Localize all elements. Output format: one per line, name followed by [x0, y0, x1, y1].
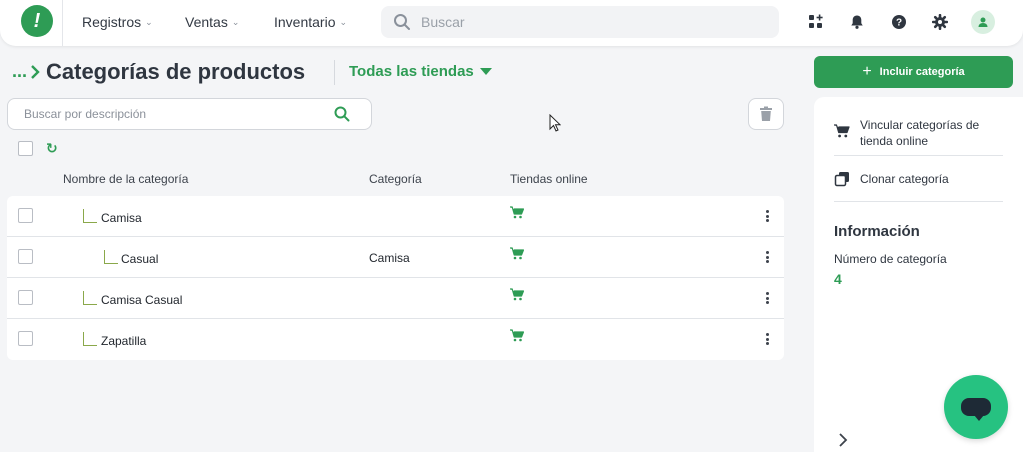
link-clone-category[interactable]: Clonar categoría — [834, 171, 949, 187]
table-row[interactable]: Zapatilla — [7, 319, 784, 360]
trash-icon — [760, 106, 772, 121]
chevron-down-icon: ⌄ — [231, 16, 240, 27]
store-filter-dropdown[interactable]: Todas las tiendas — [349, 63, 492, 80]
link-clone-category-label: Clonar categoría — [860, 172, 949, 186]
chevron-down-icon: ⌄ — [145, 16, 153, 27]
more-options-icon[interactable] — [761, 290, 773, 306]
store-filter-label: Todas las tiendas — [349, 63, 474, 80]
category-count-label: Número de categoría — [834, 252, 947, 266]
nav-ventas-label: Ventas — [185, 14, 228, 30]
tree-connector — [104, 250, 118, 264]
chat-icon — [961, 398, 991, 421]
chat-support-button[interactable] — [944, 375, 1008, 439]
search-icon[interactable] — [334, 106, 350, 122]
caret-down-icon — [479, 67, 492, 75]
column-header-online-stores[interactable]: Tiendas online — [510, 172, 588, 186]
user-avatar[interactable] — [971, 10, 995, 34]
nav-inventario[interactable]: Inventario ⌄ — [274, 14, 347, 30]
tree-connector — [83, 332, 97, 346]
cart-icon — [510, 288, 525, 304]
category-name: Camisa — [101, 211, 142, 225]
grid-plus-icon[interactable] — [806, 12, 826, 32]
delete-button[interactable] — [748, 98, 784, 130]
row-checkbox[interactable] — [18, 249, 33, 264]
cart-icon — [510, 329, 525, 345]
more-options-icon[interactable] — [761, 249, 773, 265]
row-checkbox[interactable] — [18, 331, 33, 346]
page-title: Categorías de productos — [46, 59, 306, 84]
nav-registros-label: Registros — [82, 14, 142, 30]
mouse-cursor-icon — [549, 114, 561, 132]
parent-category: Camisa — [369, 251, 410, 265]
link-online-store-categories-label: Vincular categorías de tienda online — [860, 118, 980, 148]
category-count-value: 4 — [834, 271, 842, 287]
chevron-down-icon: ⌄ — [339, 16, 348, 27]
breadcrumb-ellipsis[interactable]: ... — [12, 61, 27, 82]
column-header-category[interactable]: Categoría — [369, 172, 422, 186]
table-row[interactable]: Camisa Casual — [7, 278, 784, 319]
chevron-right-icon — [31, 64, 40, 79]
help-icon[interactable]: ? — [889, 12, 909, 32]
app-logo[interactable]: ! — [21, 5, 53, 37]
categories-table: Camisa Casual Camisa Camisa Casual Zapat… — [7, 196, 784, 360]
user-icon — [978, 17, 988, 27]
divider — [834, 201, 1003, 202]
logo-divider — [62, 0, 63, 46]
svg-text:?: ? — [896, 18, 902, 29]
include-category-label: Incluir categoría — [879, 66, 965, 78]
info-title: Información — [834, 223, 920, 240]
global-search-input[interactable] — [421, 14, 761, 30]
clone-icon — [834, 172, 849, 187]
category-name: Casual — [121, 252, 159, 266]
category-name: Camisa Casual — [101, 293, 183, 307]
description-search[interactable] — [7, 98, 372, 130]
global-search[interactable] — [381, 6, 779, 38]
tree-connector — [83, 291, 97, 305]
gear-icon[interactable] — [930, 12, 950, 32]
cart-icon — [510, 247, 525, 263]
plus-icon: + — [862, 63, 872, 80]
select-all-checkbox[interactable] — [18, 141, 33, 156]
tree-connector — [83, 209, 97, 223]
category-name: Zapatilla — [101, 334, 147, 348]
cart-icon — [834, 124, 850, 138]
include-category-button[interactable]: + Incluir categoría — [814, 56, 1013, 88]
column-header-name[interactable]: Nombre de la categoría — [63, 172, 188, 186]
search-icon — [394, 14, 410, 30]
nav-ventas[interactable]: Ventas ⌄ — [185, 14, 239, 30]
more-options-icon[interactable] — [761, 331, 773, 347]
top-bar: ! Registros ⌄ Ventas ⌄ Inventario ⌄ Busc… — [0, 0, 1023, 46]
nav-registros[interactable]: Registros ⌄ — [82, 14, 153, 30]
cart-icon — [510, 206, 525, 222]
breadcrumb[interactable]: ... — [12, 61, 41, 82]
bell-icon[interactable] — [847, 12, 867, 32]
row-checkbox[interactable] — [18, 208, 33, 223]
row-checkbox[interactable] — [18, 290, 33, 305]
link-online-store-categories[interactable]: Vincular categorías de tienda online — [834, 117, 995, 149]
chevron-right-icon[interactable] — [838, 433, 848, 450]
title-divider — [334, 60, 335, 85]
divider — [834, 155, 1003, 156]
table-row[interactable]: Camisa — [7, 196, 784, 237]
refresh-icon[interactable]: ↻ — [46, 140, 58, 157]
description-search-input[interactable] — [24, 107, 334, 121]
nav-inventario-label: Inventario — [274, 14, 336, 30]
table-row[interactable]: Casual Camisa — [7, 237, 784, 278]
more-options-icon[interactable] — [761, 208, 773, 224]
